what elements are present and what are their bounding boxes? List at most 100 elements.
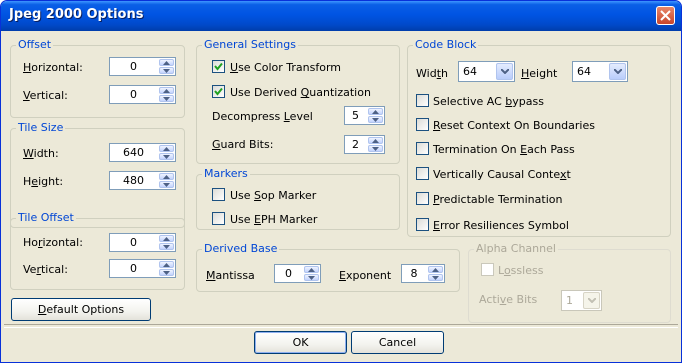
lossless-checkbox[interactable]	[481, 263, 494, 276]
mantissa-label: Mantissa	[206, 269, 255, 282]
arrow-up-icon	[372, 139, 379, 143]
offset-vertical-spinner[interactable]: 0	[109, 85, 176, 104]
offset-vertical-value[interactable]: 0	[110, 88, 157, 101]
code-block-group: Code Block Width 64 Height 64 Selective …	[407, 38, 671, 237]
tile-width-value[interactable]: 640	[110, 146, 157, 159]
code-block-height-select[interactable]: 64	[572, 61, 628, 82]
tile-offset-horizontal-spinner[interactable]: 0	[109, 233, 176, 252]
offset-horizontal-spinner[interactable]: 0	[109, 57, 176, 76]
code-block-width-value[interactable]: 64	[463, 65, 477, 78]
alpha-channel-group: Alpha Channel Lossless Active Bits 1	[468, 242, 671, 323]
exponent-label: Exponent	[339, 269, 392, 282]
decompress-level-value[interactable]: 5	[345, 109, 366, 122]
dialog-body: Offset Horizontal: 0 Vertical: 0 Tile Si…	[4, 31, 678, 359]
arrow-down-icon	[163, 271, 170, 275]
spin-down-button[interactable]	[159, 243, 174, 250]
offset-horizontal-label: Horizontal:	[23, 61, 83, 74]
offset-group-title: Offset	[16, 38, 54, 51]
code-block-width-select[interactable]: 64	[458, 61, 515, 82]
chevron-down-icon	[501, 69, 509, 74]
lossless-label[interactable]: Lossless	[498, 264, 543, 277]
cancel-button[interactable]: Cancel	[351, 331, 444, 354]
predictable-termination-label[interactable]: Predictable Termination	[433, 193, 562, 206]
spin-down-button[interactable]	[368, 116, 383, 123]
default-options-button[interactable]: Default Options	[11, 298, 151, 321]
alpha-channel-group-title: Alpha Channel	[474, 242, 558, 255]
reset-context-checkbox[interactable]	[416, 118, 429, 131]
title-bar[interactable]: Jpeg 2000 Options	[1, 1, 681, 31]
guard-bits-value[interactable]: 2	[345, 138, 366, 151]
markers-group-title: Markers	[202, 167, 250, 180]
spin-up-button[interactable]	[304, 266, 319, 273]
tile-offset-vertical-value[interactable]: 0	[110, 262, 157, 275]
dropdown-button[interactable]	[609, 63, 626, 80]
tile-width-spinner[interactable]: 640	[109, 143, 176, 162]
mantissa-spinner[interactable]: 0	[274, 264, 321, 283]
spin-down-button[interactable]	[368, 145, 383, 152]
error-resilience-checkbox[interactable]	[416, 218, 429, 231]
error-resilience-label[interactable]: Error Resiliences Symbol	[433, 219, 569, 232]
arrow-up-icon	[163, 89, 170, 93]
reset-context-label[interactable]: Reset Context On Boundaries	[433, 119, 595, 132]
spin-down-button[interactable]	[159, 95, 174, 102]
tile-height-spinner[interactable]: 480	[109, 171, 176, 190]
eph-marker-checkbox[interactable]	[212, 212, 225, 225]
spin-up-button[interactable]	[159, 87, 174, 94]
active-bits-value[interactable]: 1	[566, 294, 573, 307]
tile-offset-group: Tile Offset Horizontal: 0 Vertical: 0	[10, 211, 185, 290]
active-bits-select[interactable]: 1	[561, 290, 602, 311]
derived-quantization-checkbox[interactable]	[212, 85, 225, 98]
exponent-value[interactable]: 8	[402, 267, 426, 280]
selective-ac-bypass-label[interactable]: Selective AC bypass	[433, 95, 544, 108]
spin-up-button[interactable]	[428, 266, 443, 273]
sop-marker-label[interactable]: Use Sop Marker	[230, 189, 316, 202]
ok-button[interactable]: OK	[254, 331, 347, 354]
exponent-spinner[interactable]: 8	[401, 264, 445, 283]
eph-marker-label[interactable]: Use EPH Marker	[230, 213, 317, 226]
arrow-down-icon	[163, 245, 170, 249]
termination-each-pass-label[interactable]: Termination On Each Pass	[433, 143, 575, 156]
dropdown-button[interactable]	[496, 63, 513, 80]
spin-down-button[interactable]	[159, 67, 174, 74]
tile-offset-group-title: Tile Offset	[16, 211, 76, 224]
spin-down-button[interactable]	[159, 153, 174, 160]
spin-up-button[interactable]	[368, 137, 383, 144]
spin-down-button[interactable]	[428, 274, 443, 281]
arrow-down-icon	[163, 183, 170, 187]
color-transform-label[interactable]: Use Color Transform	[230, 61, 341, 74]
vertically-causal-label[interactable]: Vertically Causal Context	[433, 168, 571, 181]
guard-bits-spinner[interactable]: 2	[344, 135, 385, 154]
code-block-group-title: Code Block	[413, 38, 479, 51]
spin-down-button[interactable]	[159, 269, 174, 276]
spin-up-button[interactable]	[159, 261, 174, 268]
offset-horizontal-value[interactable]: 0	[110, 60, 157, 73]
spin-down-button[interactable]	[304, 274, 319, 281]
chevron-down-icon	[614, 69, 622, 74]
spin-up-button[interactable]	[159, 145, 174, 152]
mantissa-value[interactable]: 0	[275, 267, 302, 280]
termination-each-pass-checkbox[interactable]	[416, 142, 429, 155]
spin-up-button[interactable]	[159, 173, 174, 180]
checkmark-icon	[214, 87, 223, 96]
code-block-height-value[interactable]: 64	[577, 65, 591, 78]
arrow-up-icon	[163, 237, 170, 241]
dropdown-button[interactable]	[583, 292, 600, 309]
decompress-level-spinner[interactable]: 5	[344, 106, 385, 125]
arrow-down-icon	[308, 276, 315, 280]
selective-ac-bypass-checkbox[interactable]	[416, 94, 429, 107]
close-button[interactable]	[656, 6, 675, 25]
tile-height-value[interactable]: 480	[110, 174, 157, 187]
vertically-causal-checkbox[interactable]	[416, 167, 429, 180]
tile-offset-vertical-spinner[interactable]: 0	[109, 259, 176, 278]
spin-up-button[interactable]	[368, 108, 383, 115]
spin-down-button[interactable]	[159, 181, 174, 188]
tile-offset-horizontal-value[interactable]: 0	[110, 236, 157, 249]
color-transform-checkbox[interactable]	[212, 60, 225, 73]
derived-quantization-label[interactable]: Use Derived Quantization	[230, 86, 371, 99]
tile-offset-horizontal-label: Horizontal:	[23, 236, 83, 249]
sop-marker-checkbox[interactable]	[212, 188, 225, 201]
predictable-termination-checkbox[interactable]	[416, 192, 429, 205]
spin-up-button[interactable]	[159, 235, 174, 242]
spin-up-button[interactable]	[159, 59, 174, 66]
markers-group: Markers Use Sop Marker Use EPH Marker	[196, 167, 400, 230]
